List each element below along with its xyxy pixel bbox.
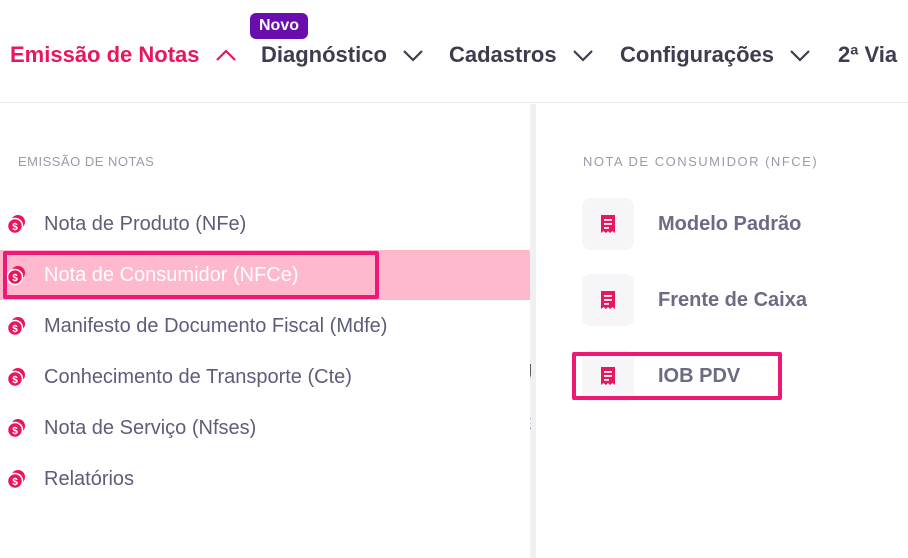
iob-pdv-highlight-box <box>572 352 782 400</box>
nav-cadastros[interactable]: Cadastros <box>449 40 595 70</box>
coin-icon: $ <box>6 215 25 235</box>
menu-item-label: Manifesto de Documento Fiscal (Mdfe) <box>44 314 388 337</box>
nfce-highlight-box <box>3 251 379 299</box>
nav-label: Diagnóstico <box>261 42 387 67</box>
coin-icon: $ <box>6 317 25 337</box>
right-menu-title: NOTA DE CONSUMIDOR (NFCE) <box>583 154 819 169</box>
left-menu-title: EMISSÃO DE NOTAS <box>18 154 155 169</box>
nav-label: 2ª Via <box>838 42 898 67</box>
menu-item-label: Nota de Serviço (Nfses) <box>44 416 257 439</box>
svg-text:$: $ <box>12 426 18 437</box>
nav-configuracoes[interactable]: Configurações <box>620 40 812 70</box>
coin-icon: $ <box>6 368 25 388</box>
coin-icon: $ <box>6 419 25 439</box>
nav-diagnostico[interactable]: Diagnóstico <box>261 40 425 70</box>
chevron-down-icon <box>790 50 810 62</box>
receipt-icon <box>582 198 634 250</box>
menu-item-mdfe[interactable]: $ Manifesto de Documento Fiscal (Mdfe) <box>0 302 530 350</box>
menu-item-cte[interactable]: $ Conhecimento de Transporte (Cte) <box>0 353 530 401</box>
new-badge: Novo <box>250 13 308 39</box>
nav-label: Emissão de Notas <box>10 42 200 67</box>
nav-emissao-de-notas[interactable]: Emissão de Notas <box>10 40 238 70</box>
menu-item-relatorios[interactable]: $ Relatórios <box>0 455 530 503</box>
svg-text:$: $ <box>12 375 18 386</box>
nav-label: Cadastros <box>449 42 557 67</box>
svg-text:$: $ <box>12 324 18 335</box>
coin-icon: $ <box>6 470 25 490</box>
top-navigation-bar: Novo Emissão de Notas Diagnóstico Cadast… <box>0 0 908 103</box>
submenu-item-label: Modelo Padrão <box>658 212 802 235</box>
chevron-down-icon <box>572 50 593 62</box>
menu-item-nfses[interactable]: $ Nota de Serviço (Nfses) <box>0 404 530 452</box>
nav-label: Configurações <box>620 42 775 67</box>
nav-segunda-via[interactable]: 2ª Via <box>838 40 897 70</box>
chevron-down-icon <box>403 50 423 62</box>
chevron-up-icon <box>215 49 236 61</box>
receipt-icon <box>582 274 634 326</box>
nota-de-consumidor-submenu: NOTA DE CONSUMIDOR (NFCE) Modelo Padrão … <box>536 104 908 558</box>
menu-item-nfe[interactable]: $ Nota de Produto (NFe) <box>0 200 530 248</box>
submenu-item-label: Frente de Caixa <box>658 288 807 311</box>
menu-item-label: Relatórios <box>44 467 135 490</box>
svg-text:$: $ <box>12 477 18 488</box>
menu-item-label: Conhecimento de Transporte (Cte) <box>44 365 352 388</box>
menu-item-label: Nota de Produto (NFe) <box>44 212 247 235</box>
svg-text:$: $ <box>12 222 18 233</box>
